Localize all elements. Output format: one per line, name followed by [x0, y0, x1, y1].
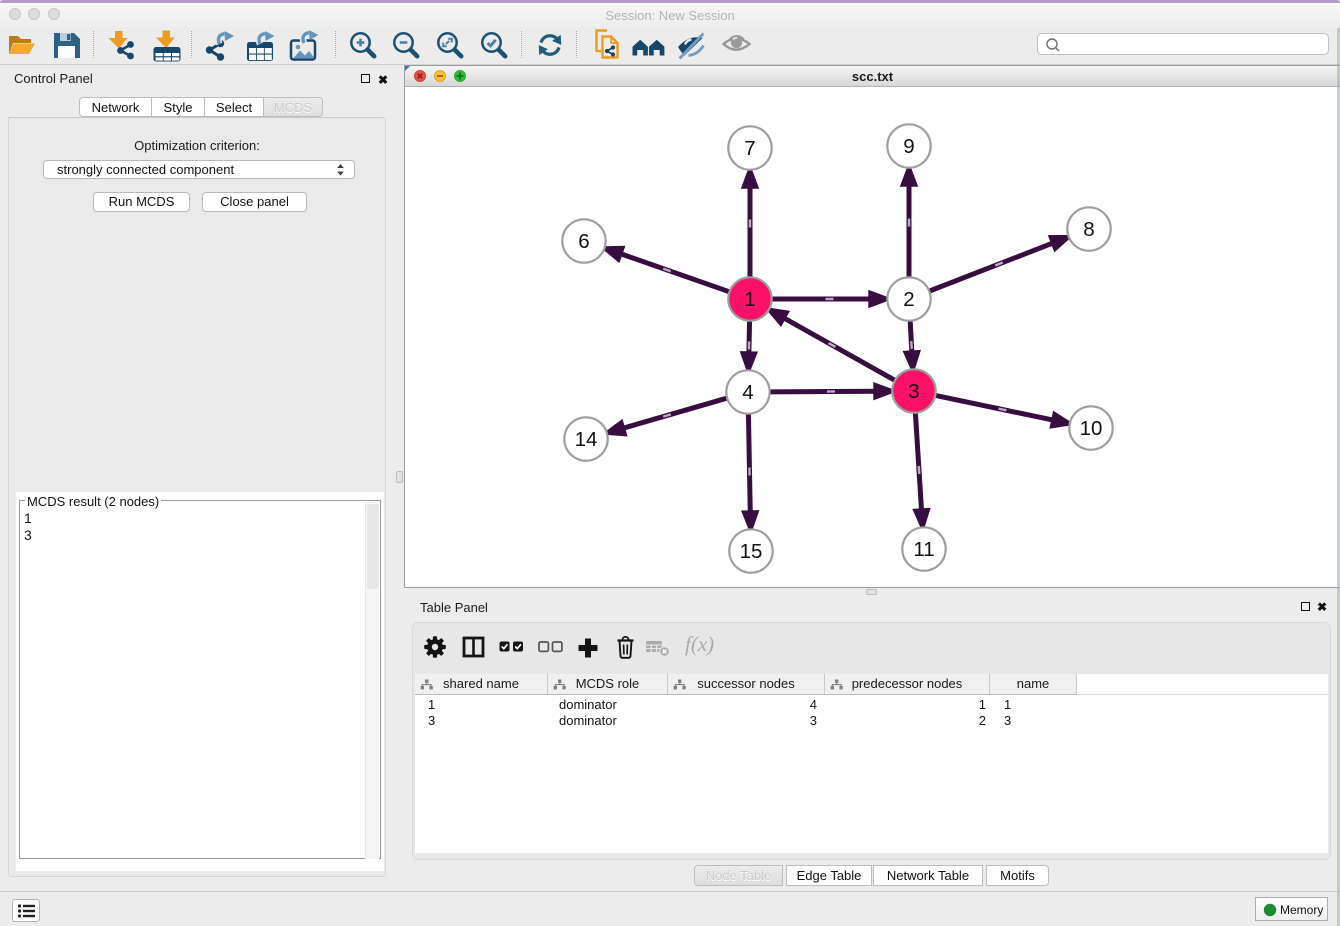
svg-text:2: 2 [903, 288, 914, 311]
svg-text:15: 15 [740, 540, 763, 563]
svg-text:1: 1 [744, 288, 755, 311]
svg-text:14: 14 [575, 428, 598, 451]
svg-text:10: 10 [1080, 417, 1103, 440]
svg-text:8: 8 [1083, 218, 1094, 241]
svg-text:3: 3 [908, 380, 919, 403]
svg-text:4: 4 [742, 381, 753, 404]
svg-text:7: 7 [744, 137, 755, 160]
svg-text:9: 9 [903, 135, 914, 158]
svg-text:6: 6 [578, 230, 589, 253]
svg-text:11: 11 [913, 538, 934, 561]
